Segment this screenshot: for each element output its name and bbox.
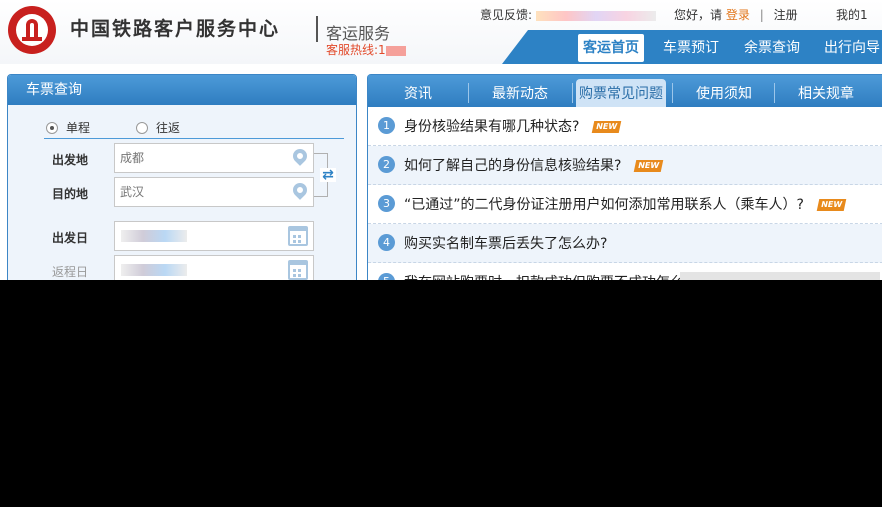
faq-number: 1: [378, 117, 395, 134]
site-title: 中国铁路客户服务中心: [70, 18, 281, 40]
return-date-field[interactable]: [114, 255, 314, 280]
return-date-redacted: [121, 264, 187, 276]
railway-logo-icon[interactable]: [8, 6, 56, 54]
from-station-input[interactable]: [115, 144, 275, 172]
register-link[interactable]: 注册: [774, 8, 798, 22]
to-station-field[interactable]: [114, 177, 314, 207]
hotline-redacted: [385, 45, 406, 56]
separator: |: [759, 8, 764, 22]
feedback-redacted: [535, 10, 656, 21]
tab-faq[interactable]: 购票常见问题: [576, 79, 666, 107]
new-badge: NEW: [634, 160, 664, 172]
tab-divider: [774, 83, 775, 103]
from-label: 出发地: [52, 153, 89, 167]
hotline: 客服热线:1: [326, 41, 406, 58]
calendar-icon[interactable]: [288, 226, 308, 246]
faq-question: “已通过”的二代身份证注册用户如何添加常用联系人（乘车人）?: [404, 197, 804, 213]
faq-number: 3: [378, 195, 395, 212]
ticket-query-title: 车票查询: [8, 75, 356, 105]
trip-type-selector: 单程 往返: [44, 115, 344, 139]
swap-stations-icon[interactable]: ⇄: [320, 168, 336, 182]
site-header: 中国铁路客户服务中心 客运服务 客服热线:1 意见反馈: 您好，请 登录 | 注…: [0, 0, 882, 64]
greeting-text: 您好，请: [674, 8, 723, 22]
tab-news[interactable]: 资讯: [404, 79, 432, 107]
browser-viewport: 中国铁路客户服务中心 客运服务 客服热线:1 意见反馈: 您好，请 登录 | 注…: [0, 0, 882, 280]
feedback-label: 意见反馈:: [480, 8, 533, 22]
faq-question-link[interactable]: 我在网站购票时，扣款成功但购票不成功怎么办: [404, 272, 698, 280]
tab-latest[interactable]: 最新动态: [492, 79, 548, 107]
info-tabs: 资讯 最新动态 购票常见问题 使用须知 相关规章: [368, 75, 882, 107]
faq-question-link[interactable]: “已通过”的二代身份证注册用户如何添加常用联系人（乘车人）? NEW: [404, 194, 847, 214]
faq-question-link[interactable]: 身份核验结果有哪几种状态? NEW: [404, 116, 622, 136]
faq-question-link[interactable]: 购买实名制车票后丢失了怎么办?: [404, 233, 607, 253]
faq-question: 身份核验结果有哪几种状态?: [404, 119, 580, 135]
faq-number: 5: [378, 273, 395, 280]
depart-date-redacted: [121, 230, 187, 242]
radio-one-way[interactable]: 单程: [46, 119, 90, 136]
faq-item[interactable]: 3 “已通过”的二代身份证注册用户如何添加常用联系人（乘车人）? NEW: [368, 185, 882, 224]
faq-question-link[interactable]: 如何了解自己的身份信息核验结果? NEW: [404, 155, 664, 175]
from-station-field[interactable]: [114, 143, 314, 173]
hotline-label: 客服热线:1: [326, 43, 386, 57]
tab-notice[interactable]: 使用须知: [696, 79, 752, 107]
user-greeting: 您好，请 登录 | 注册: [674, 6, 798, 23]
horizontal-scrollbar[interactable]: [680, 272, 880, 280]
info-panel: 资讯 最新动态 购票常见问题 使用须知 相关规章 1 身份核验结果有哪几种状态?…: [367, 74, 882, 280]
nav-home[interactable]: 客运首页: [578, 34, 644, 62]
new-badge: NEW: [592, 121, 622, 133]
login-link[interactable]: 登录: [726, 8, 750, 22]
feedback: 意见反馈:: [480, 6, 656, 23]
to-label: 目的地: [52, 187, 89, 201]
new-badge: NEW: [816, 199, 847, 211]
location-pin-icon[interactable]: [290, 146, 310, 166]
main-nav: 客运首页 车票预订 余票查询 出行向导: [502, 30, 882, 64]
tab-divider: [672, 83, 673, 103]
nav-booking[interactable]: 车票预订: [658, 34, 724, 62]
faq-number: 2: [378, 156, 395, 173]
radio-one-way-label: 单程: [66, 121, 91, 135]
ticket-query-form: 单程 往返 出发地 目的地 ⇄ 出发日: [8, 105, 356, 280]
radio-round-trip[interactable]: 往返: [136, 119, 180, 136]
location-pin-icon[interactable]: [290, 180, 310, 200]
faq-list: 1 身份核验结果有哪几种状态? NEW 2 如何了解自己的身份信息核验结果? NEW…: [368, 107, 882, 280]
faq-item[interactable]: 2 如何了解自己的身份信息核验结果? NEW: [368, 146, 882, 185]
faq-item[interactable]: 1 身份核验结果有哪几种状态? NEW: [368, 107, 882, 146]
faq-number: 4: [378, 234, 395, 251]
to-station-input[interactable]: [115, 178, 275, 206]
faq-question: 如何了解自己的身份信息核验结果?: [404, 158, 622, 174]
depart-date-field[interactable]: [114, 221, 314, 251]
title-divider: [316, 16, 318, 42]
radio-checked-icon: [46, 121, 58, 134]
ticket-query-panel: 车票查询 单程 往返 出发地 目的地: [7, 74, 357, 280]
nav-remaining[interactable]: 余票查询: [739, 34, 805, 62]
return-date-label: 返程日: [52, 265, 89, 279]
depart-date-label: 出发日: [52, 231, 89, 245]
tab-divider: [468, 83, 469, 103]
radio-round-trip-label: 往返: [156, 121, 181, 135]
calendar-icon[interactable]: [288, 260, 308, 280]
radio-unchecked-icon: [136, 121, 148, 134]
tab-divider: [572, 83, 573, 103]
my-account-link[interactable]: 我的1: [836, 6, 868, 23]
nav-guide[interactable]: 出行向导: [819, 34, 882, 62]
tab-rules[interactable]: 相关规章: [798, 79, 854, 107]
faq-item[interactable]: 4 购买实名制车票后丢失了怎么办?: [368, 224, 882, 263]
